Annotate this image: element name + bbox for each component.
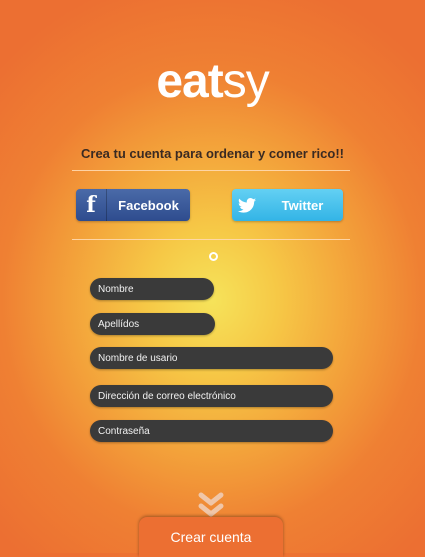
- page-headline: Crea tu cuenta para ordenar y comer rico…: [81, 146, 344, 161]
- nombre-input[interactable]: [98, 278, 214, 300]
- create-account-button[interactable]: Crear cuenta: [139, 517, 283, 557]
- contrasena-field[interactable]: [90, 420, 333, 442]
- correo-input[interactable]: [98, 385, 333, 407]
- middle-divider: [72, 239, 350, 240]
- correo-field[interactable]: [90, 385, 333, 407]
- twitter-button[interactable]: Twitter: [232, 189, 343, 221]
- apellidos-field[interactable]: [90, 313, 215, 335]
- apellidos-input[interactable]: [98, 313, 215, 335]
- logo-bold: eat: [156, 55, 223, 108]
- chevron-down-icon: [198, 492, 224, 517]
- usuario-input[interactable]: [98, 347, 333, 369]
- nombre-field[interactable]: [90, 278, 214, 300]
- contrasena-input[interactable]: [98, 420, 333, 442]
- usuario-field[interactable]: [90, 347, 333, 369]
- or-divider-marker: o: [209, 252, 218, 261]
- facebook-button[interactable]: f Facebook: [76, 189, 190, 221]
- logo-light: sy: [222, 55, 270, 108]
- facebook-icon: f: [76, 189, 107, 221]
- app-logo: eatsy: [0, 58, 425, 106]
- twitter-icon: [232, 189, 262, 221]
- facebook-label: Facebook: [118, 197, 179, 213]
- twitter-label: Twitter: [281, 197, 324, 213]
- top-divider: [72, 170, 350, 171]
